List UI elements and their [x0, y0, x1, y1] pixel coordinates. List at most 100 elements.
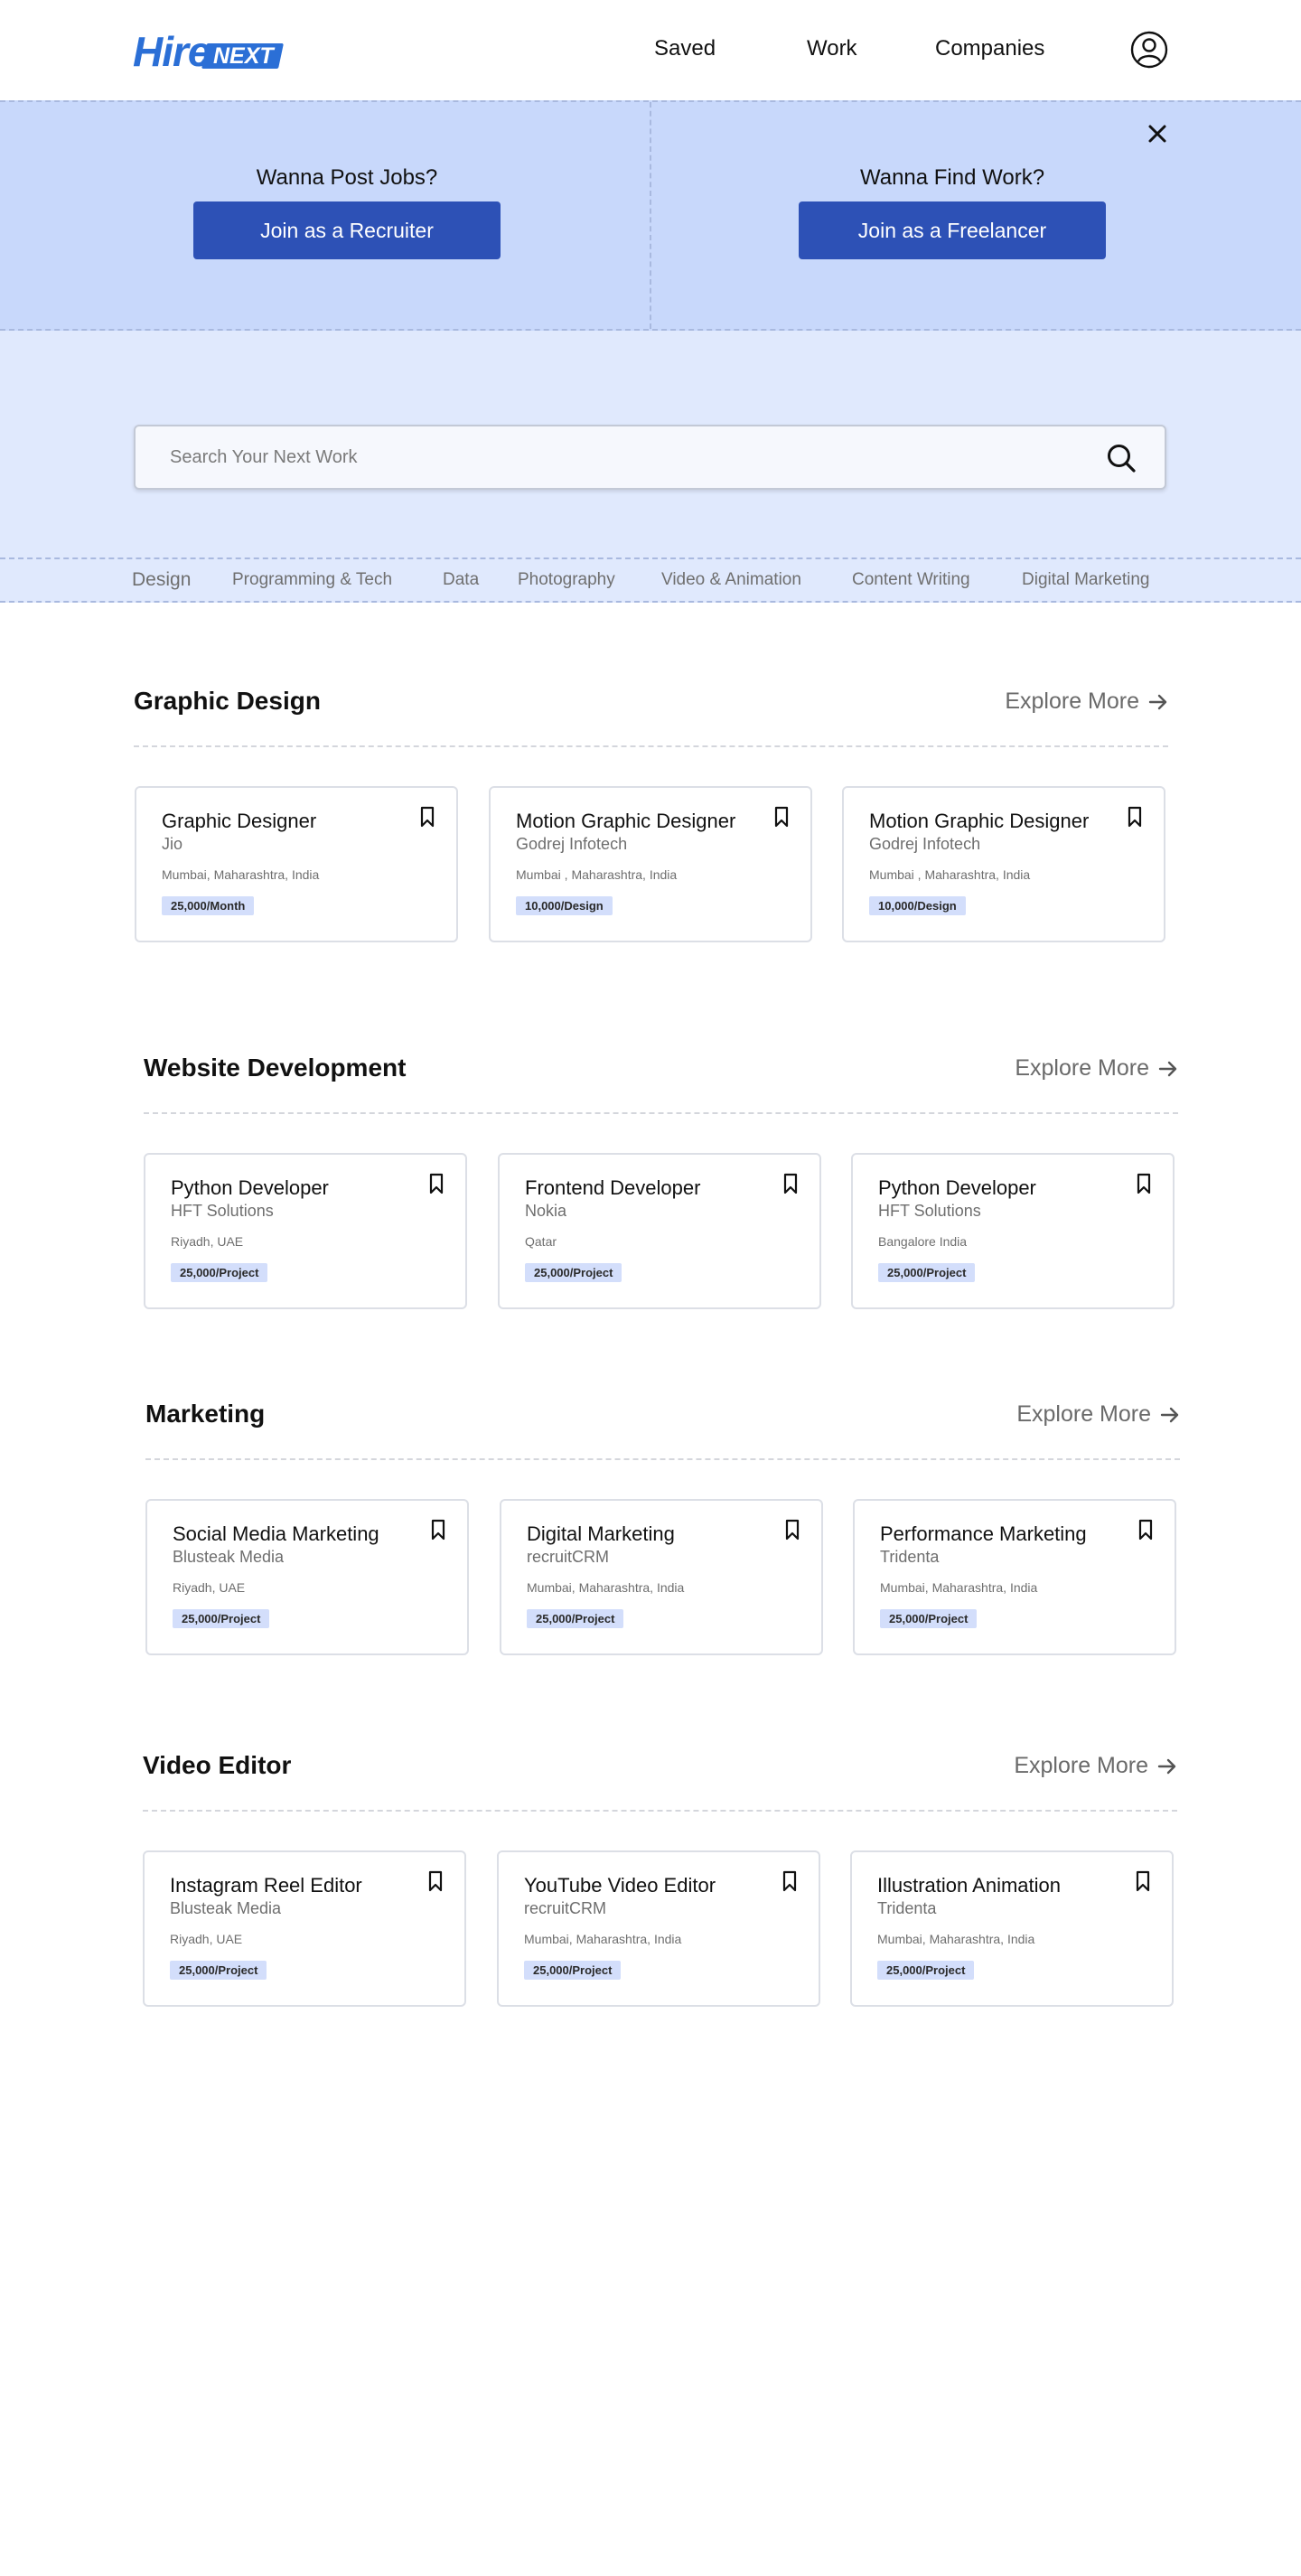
job-card[interactable]: Python Developer HFT Solutions Bangalore…	[851, 1153, 1175, 1309]
bookmark-icon[interactable]	[783, 1173, 798, 1194]
explore-more-link[interactable]: Explore More	[1014, 1753, 1177, 1779]
explore-more-label: Explore More	[1005, 688, 1139, 714]
company-name: Nokia	[525, 1202, 567, 1220]
bookmark-icon[interactable]	[1137, 1173, 1151, 1194]
bookmark-icon[interactable]	[1138, 1519, 1153, 1541]
job-location: Riyadh, UAE	[171, 1234, 244, 1249]
job-card[interactable]: Frontend Developer Nokia Qatar 25,000/Pr…	[498, 1153, 821, 1309]
banner-divider	[650, 102, 651, 329]
search-input[interactable]	[170, 426, 1073, 488]
job-card[interactable]: Motion Graphic Designer Godrej Infotech …	[842, 786, 1165, 942]
job-card[interactable]: Digital Marketing recruitCRM Mumbai, Mah…	[500, 1499, 823, 1655]
job-title: Social Media Marketing	[173, 1522, 379, 1545]
join-freelancer-button[interactable]: Join as a Freelancer	[799, 201, 1106, 259]
graphic-design-section: Graphic Design Explore More Graphic Desi…	[134, 687, 1168, 1012]
job-location: Mumbai, Maharashtra, India	[524, 1932, 682, 1946]
tab-digital-marketing[interactable]: Digital Marketing	[1022, 570, 1150, 590]
explore-more-link[interactable]: Explore More	[1016, 1401, 1180, 1428]
pay-badge: 25,000/Project	[527, 1609, 624, 1628]
search-icon[interactable]	[1106, 443, 1137, 473]
company-name: Tridenta	[880, 1548, 940, 1566]
explore-more-label: Explore More	[1016, 1401, 1151, 1427]
company-name: Godrej Infotech	[869, 835, 981, 853]
hirenext-logo[interactable]: Hire NEXT	[133, 28, 285, 75]
bookmark-icon[interactable]	[785, 1519, 800, 1541]
job-title: Graphic Designer	[162, 810, 317, 832]
join-recruiter-button[interactable]: Join as a Recruiter	[193, 201, 501, 259]
tab-content-writing[interactable]: Content Writing	[852, 570, 970, 590]
pay-badge: 25,000/Project	[173, 1609, 270, 1628]
bookmark-icon[interactable]	[782, 1870, 797, 1892]
job-card[interactable]: YouTube Video Editor recruitCRM Mumbai, …	[497, 1850, 820, 2007]
pay-badge: 10,000/Design	[516, 896, 613, 915]
job-location: Mumbai, Maharashtra, India	[880, 1580, 1038, 1595]
job-location: Mumbai, Maharashtra, India	[527, 1580, 685, 1595]
arrow-right-icon	[1160, 1407, 1179, 1422]
pay-badge: 10,000/Design	[869, 896, 966, 915]
nav-work-link[interactable]: Work	[807, 36, 857, 61]
website-development-section: Website Development Explore More Python …	[144, 1054, 1178, 1379]
arrow-right-icon	[1157, 1758, 1176, 1774]
section-title: Website Development	[144, 1054, 407, 1082]
tab-design[interactable]: Design	[132, 569, 191, 591]
job-location: Mumbai , Maharashtra, India	[869, 867, 1031, 882]
job-title: Python Developer	[878, 1176, 1036, 1199]
job-card[interactable]: Instagram Reel Editor Blusteak Media Riy…	[143, 1850, 466, 2007]
job-card[interactable]: Illustration Animation Tridenta Mumbai, …	[850, 1850, 1174, 2007]
nav-saved-link[interactable]: Saved	[654, 36, 716, 61]
top-navigation: Hire NEXT Saved Work Companies	[0, 0, 1301, 100]
job-title: Frontend Developer	[525, 1176, 701, 1199]
logo-next-text: NEXT	[213, 43, 275, 69]
logo-hire-text: Hire	[133, 28, 211, 75]
explore-more-label: Explore More	[1015, 1055, 1149, 1081]
company-name: Blusteak Media	[173, 1548, 285, 1566]
job-card[interactable]: Graphic Designer Jio Mumbai, Maharashtra…	[135, 786, 458, 942]
user-circle-icon[interactable]	[1130, 31, 1168, 69]
bookmark-icon[interactable]	[1128, 806, 1142, 828]
bookmark-icon[interactable]	[774, 806, 789, 828]
tab-data[interactable]: Data	[443, 570, 479, 590]
bookmark-icon[interactable]	[1136, 1870, 1150, 1892]
job-title: YouTube Video Editor	[524, 1874, 716, 1897]
pay-badge: 25,000/Project	[525, 1263, 622, 1282]
arrow-right-icon	[1158, 1061, 1177, 1076]
tab-video-animation[interactable]: Video & Animation	[661, 570, 801, 590]
pay-badge: 25,000/Project	[878, 1263, 976, 1282]
job-location: Mumbai, Maharashtra, India	[877, 1932, 1035, 1946]
job-card[interactable]: Performance Marketing Tridenta Mumbai, M…	[853, 1499, 1176, 1655]
job-title: Python Developer	[171, 1176, 329, 1199]
job-card[interactable]: Motion Graphic Designer Godrej Infotech …	[489, 786, 812, 942]
explore-more-link[interactable]: Explore More	[1005, 688, 1168, 715]
pay-badge: 25,000/Project	[880, 1609, 978, 1628]
job-title: Instagram Reel Editor	[170, 1874, 362, 1897]
company-name: Jio	[162, 835, 183, 853]
section-divider	[145, 1458, 1180, 1460]
find-work-heading: Wanna Find Work?	[859, 165, 1045, 190]
tab-photography[interactable]: Photography	[518, 570, 615, 590]
marketing-section: Marketing Explore More Social Media Mark…	[145, 1400, 1180, 1725]
bookmark-icon[interactable]	[429, 1173, 444, 1194]
close-icon[interactable]	[1146, 122, 1169, 145]
company-name: recruitCRM	[527, 1548, 610, 1566]
section-title: Graphic Design	[134, 687, 321, 715]
job-card[interactable]: Python Developer HFT Solutions Riyadh, U…	[144, 1153, 467, 1309]
bookmark-icon[interactable]	[431, 1519, 445, 1541]
bookmark-icon[interactable]	[428, 1870, 443, 1892]
explore-more-link[interactable]: Explore More	[1015, 1055, 1178, 1082]
section-title: Video Editor	[143, 1751, 292, 1779]
freelancer-panel: Wanna Find Work? Join as a Freelancer	[799, 165, 1106, 259]
section-title: Marketing	[145, 1400, 266, 1428]
job-title: Motion Graphic Designer	[516, 810, 736, 832]
job-title: Digital Marketing	[527, 1522, 675, 1545]
pay-badge: 25,000/Project	[170, 1961, 267, 1980]
section-divider	[144, 1112, 1178, 1114]
pay-badge: 25,000/Project	[524, 1961, 622, 1980]
company-name: recruitCRM	[524, 1899, 607, 1917]
job-location: Qatar	[525, 1234, 557, 1249]
job-location: Mumbai , Maharashtra, India	[516, 867, 678, 882]
nav-companies-link[interactable]: Companies	[935, 36, 1044, 61]
video-editor-section: Video Editor Explore More Instagram Reel…	[143, 1751, 1177, 2076]
tab-programming-tech[interactable]: Programming & Tech	[232, 570, 392, 590]
job-card[interactable]: Social Media Marketing Blusteak Media Ri…	[145, 1499, 469, 1655]
bookmark-icon[interactable]	[420, 806, 435, 828]
